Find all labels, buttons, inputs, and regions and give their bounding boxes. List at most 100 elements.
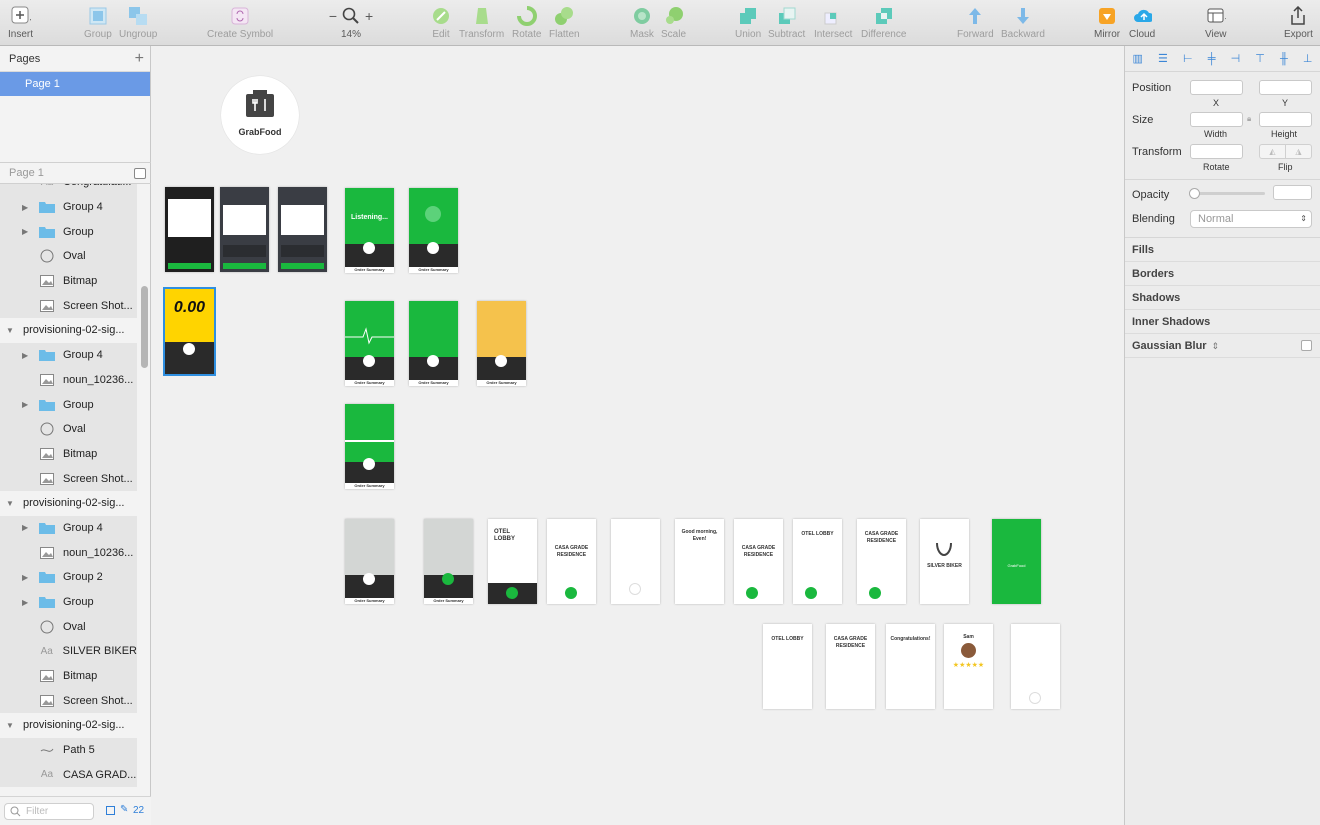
layer-row[interactable]: Oval [0,244,137,269]
layer-row[interactable]: Aa SILVER BIKER [0,639,137,664]
align-bottom-icon[interactable]: ⊥ [1303,52,1313,65]
artboard-filter-icon[interactable] [106,806,115,815]
flatten-button[interactable]: Flatten [549,6,580,40]
flip-horizontal-icon[interactable]: ◭ [1260,145,1286,158]
backward-button[interactable]: Backward [1001,6,1045,40]
lock-icon[interactable]: 🔒︎ [1247,114,1251,124]
artboard-layer-row[interactable]: ▼ provisioning-02-sig... [0,491,137,516]
layer-row[interactable]: ▶ Group 4 [0,194,137,220]
artboard-screenshot-1[interactable] [165,187,214,272]
disclosure-triangle-icon[interactable]: ▶ [22,351,34,360]
opacity-slider[interactable] [1189,188,1265,199]
artboard-counter[interactable]: 0.00 [163,287,216,376]
layer-row[interactable]: ▶ Group 2 [0,565,137,590]
section-gaussian-blur[interactable]: Gaussian Blur ⇕ [1125,334,1320,358]
blur-checkbox[interactable] [1301,340,1312,351]
section-shadows[interactable]: Shadows [1125,286,1320,310]
artboard-screenshot-2[interactable] [220,187,269,272]
section-borders[interactable]: Borders [1125,262,1320,286]
zoom-in-icon[interactable]: + [365,8,373,24]
layer-row[interactable]: Aa Congratulati... [0,184,137,195]
rotate-button[interactable]: Rotate [512,6,541,40]
artboard-play[interactable]: Order Summary [345,404,394,489]
scale-button[interactable]: Scale [661,6,686,40]
layer-row[interactable]: ▶ Group 4 [0,342,137,368]
artboard-layer-row[interactable]: ▼ provisioning-02-sig... [0,318,137,343]
artboard-green-pause[interactable]: Order Summary [409,301,458,386]
height-field[interactable] [1259,112,1312,127]
group-button[interactable]: Group [84,6,112,40]
artboard-grey-1[interactable]: Order Summary [345,519,394,604]
artboard-silver-biker[interactable]: SILVER BIKER [920,519,969,604]
layer-row[interactable]: Screen Shot... [0,293,137,319]
artboard-listening[interactable]: Listening... Order Summary [345,188,394,273]
flip-buttons[interactable]: ◭ ◮ [1259,144,1312,159]
distribute-horizontal-icon[interactable]: ▥ [1133,52,1143,65]
artboard-otel-lobby-2[interactable]: OTEL LOBBY [793,519,842,604]
section-fills[interactable]: Fills [1125,238,1320,262]
cloud-button[interactable]: Cloud [1129,6,1155,40]
layer-row[interactable]: Bitmap [0,268,137,294]
grabfood-logo[interactable]: GrabFood [221,76,299,154]
layer-row[interactable]: Screen Shot... [0,466,137,491]
page-item[interactable]: Page 1 [0,72,150,96]
artboard-casa-1[interactable]: CASA GRADE RESIDENCE [547,519,596,604]
difference-button[interactable]: Difference [861,6,906,40]
export-button[interactable]: Export [1284,6,1313,40]
layer-row[interactable]: Oval [0,614,137,640]
layer-row[interactable]: Screen Shot... [0,688,137,714]
view-button[interactable]: View [1205,6,1227,40]
artboard-pulse[interactable]: Order Summary [345,301,394,386]
align-center-icon[interactable]: ╪ [1208,53,1216,65]
mirror-button[interactable]: Mirror [1094,6,1120,40]
section-inner-shadows[interactable]: Inner Shadows [1125,310,1320,334]
canvas[interactable]: GrabFood 0.00 Listening... Order Summary… [151,46,1124,825]
artboard-grabfood-splash[interactable]: GrabFood [992,519,1041,604]
layer-row[interactable]: ▶ Group 4 [0,515,137,541]
artboard-yellow-pause[interactable]: Order Summary [477,301,526,386]
add-page-icon[interactable]: + [135,46,144,72]
layer-row[interactable]: Bitmap [0,663,137,689]
disclosure-triangle-icon[interactable]: ▼ [6,499,18,508]
opacity-field[interactable] [1273,185,1312,200]
layer-row[interactable]: Oval [0,416,137,442]
rotate-field[interactable] [1190,144,1243,159]
union-button[interactable]: Union [735,6,761,40]
align-top-icon[interactable]: ⊤ [1255,52,1265,65]
artboard-layer-row[interactable]: ▼ provisioning-02-sig... [0,713,137,738]
layer-row[interactable]: ▶ Group [0,392,137,417]
intersect-button[interactable]: Intersect [814,6,852,40]
zoom-out-icon[interactable]: − [329,8,337,24]
x-field[interactable] [1190,80,1243,95]
forward-button[interactable]: Forward [957,6,994,40]
y-field[interactable] [1259,80,1312,95]
disclosure-triangle-icon[interactable]: ▼ [6,326,18,335]
transform-button[interactable]: Transform [459,6,504,40]
subtract-button[interactable]: Subtract [768,6,805,40]
align-left-icon[interactable]: ⊢ [1183,52,1193,65]
insert-button[interactable]: Insert [8,6,33,40]
create-symbol-button[interactable]: Create Symbol [207,6,273,40]
current-page-bar[interactable]: Page 1 [0,162,151,184]
align-right-icon[interactable]: ⊣ [1231,52,1241,65]
disclosure-triangle-icon[interactable]: ▶ [22,598,34,607]
disclosure-triangle-icon[interactable]: ▶ [22,227,34,236]
collapse-icon[interactable] [134,168,146,179]
edit-button[interactable]: Edit [431,6,451,40]
artboard-otel-lobby-3[interactable]: OTEL LOBBY [763,624,812,709]
layer-row[interactable]: ▶ Group [0,219,137,245]
artboard-casa-4[interactable]: CASA GRADE RESIDENCE [826,624,875,709]
disclosure-triangle-icon[interactable]: ▶ [22,203,34,212]
opacity-knob[interactable] [1189,188,1200,199]
mask-button[interactable]: Mask [630,6,654,40]
blending-select[interactable]: Normal ⇕ [1190,210,1312,228]
layer-row[interactable]: Path 5 [0,737,137,763]
ungroup-button[interactable]: Ungroup [119,6,157,40]
align-middle-icon[interactable]: ╫ [1280,53,1288,65]
flip-vertical-icon[interactable]: ◮ [1286,145,1311,158]
disclosure-triangle-icon[interactable]: ▶ [22,573,34,582]
pencil-icon[interactable]: ✎ [120,804,128,815]
disclosure-triangle-icon[interactable]: ▶ [22,400,34,409]
artboard-sam[interactable]: Sam ★★★★★ [944,624,993,709]
artboard-map-1[interactable] [611,519,660,604]
